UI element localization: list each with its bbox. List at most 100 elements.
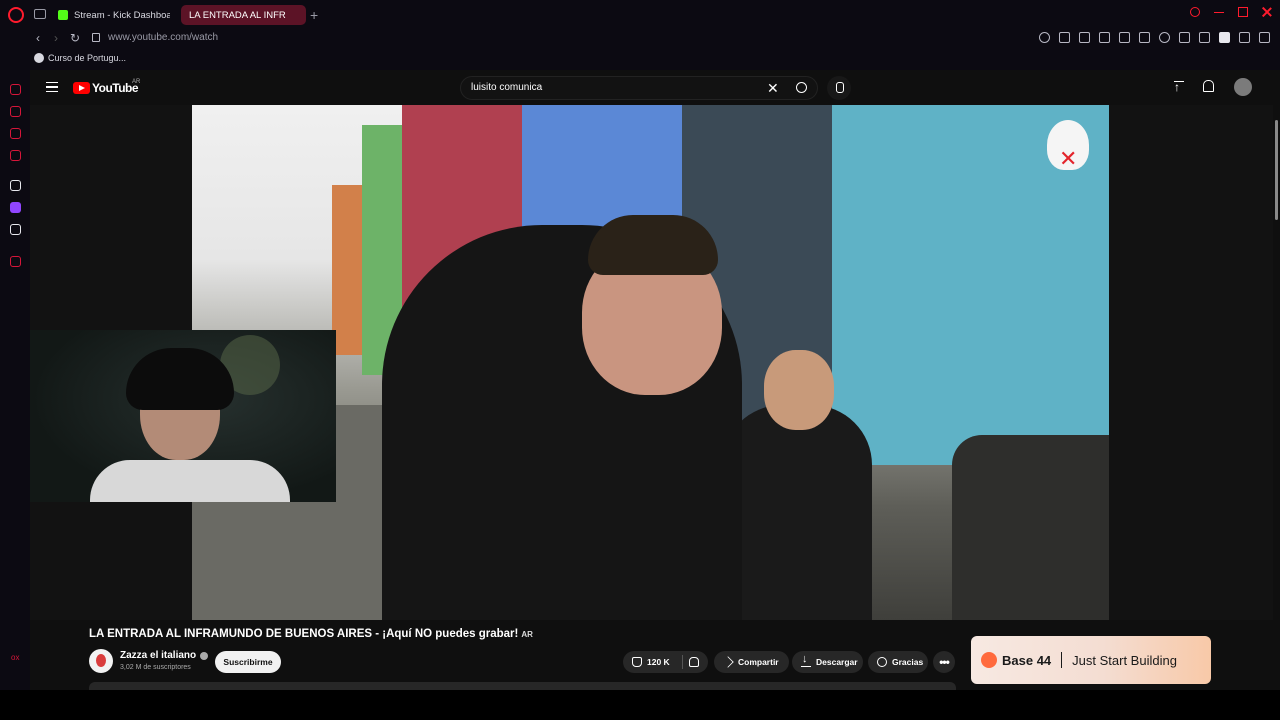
tab-youtube-video[interactable]: LA ENTRADA AL INFR xyxy=(181,5,306,85)
youtube-header: YouTube AR luisito comunica ✕ xyxy=(30,70,1280,105)
download-button[interactable]: Descargar xyxy=(792,651,863,673)
video-person-face xyxy=(764,350,834,430)
like-divider xyxy=(682,655,683,669)
youtube-logo-icon xyxy=(73,82,90,94)
menu-icon[interactable] xyxy=(1259,32,1270,43)
video-title-badge: AR xyxy=(521,630,533,639)
twitch-icon[interactable] xyxy=(10,202,21,213)
messenger-icon[interactable] xyxy=(10,106,21,117)
player-icon[interactable] xyxy=(10,256,21,267)
profile-extension-icon[interactable] xyxy=(1219,32,1230,43)
like-dislike-group: 120 K xyxy=(623,651,708,673)
video-title: LA ENTRADA AL INFRAMUNDO DE BUENOS AIRES… xyxy=(89,628,533,640)
extension-audio-icon[interactable] xyxy=(1179,32,1190,43)
channel-avatar[interactable] xyxy=(89,649,113,673)
kick-icon xyxy=(58,10,68,20)
video-title-text: LA ENTRADA AL INFRAMUNDO DE BUENOS AIRES… xyxy=(89,628,519,640)
youtube-logo[interactable]: YouTube xyxy=(73,81,139,95)
webcam-person-shirt xyxy=(90,460,290,502)
subscriber-count: 3,02 M de suscriptores xyxy=(120,664,191,671)
download-arrow-icon xyxy=(801,653,811,667)
shield-icon[interactable] xyxy=(1099,32,1110,43)
like-count[interactable]: 120 K xyxy=(647,657,670,667)
back-icon[interactable]: ‹ xyxy=(36,31,40,45)
video-host-hair xyxy=(588,215,718,275)
gx-label[interactable]: ox xyxy=(11,653,19,662)
forward-icon[interactable]: › xyxy=(54,31,58,45)
extensions-icon[interactable] xyxy=(1199,32,1210,43)
chat-icon[interactable] xyxy=(10,128,21,139)
close-icon[interactable] xyxy=(1262,7,1272,17)
video-motorbike xyxy=(952,435,1109,620)
clear-search-icon[interactable]: ✕ xyxy=(767,80,779,97)
tab-title: Stream - Kick Dashboard xyxy=(74,9,170,21)
scrollbar-thumb[interactable] xyxy=(1275,120,1278,220)
ad-logo-icon xyxy=(981,652,997,668)
video-person xyxy=(722,405,872,620)
lock-icon[interactable] xyxy=(92,33,100,42)
share-icon xyxy=(722,656,734,668)
channel-watermark-icon xyxy=(1047,120,1089,172)
bookmarks-bar: Curso de Portugu... xyxy=(0,50,1280,70)
minimize-icon[interactable] xyxy=(1214,7,1224,13)
youtube-page: YouTube AR luisito comunica ✕ ↑ ✕ LA ENT… xyxy=(30,70,1280,690)
account-avatar[interactable] xyxy=(1234,78,1252,96)
like-icon[interactable] xyxy=(632,657,642,667)
address-bar-tools xyxy=(1039,32,1270,43)
tab-title: LA ENTRADA AL INFR xyxy=(189,9,286,21)
ad-divider xyxy=(1061,652,1063,668)
description-box[interactable] xyxy=(89,682,956,690)
opera-logo-icon[interactable] xyxy=(8,7,24,23)
ai-icon[interactable] xyxy=(10,84,21,95)
country-code: AR xyxy=(132,79,141,85)
thanks-label: Gracias xyxy=(892,657,924,667)
reload-icon[interactable]: ↻ xyxy=(70,31,80,45)
search-icon[interactable] xyxy=(796,82,807,93)
webcam-person-hair xyxy=(126,348,234,410)
aria-icon[interactable] xyxy=(10,180,21,191)
webcam-overlay xyxy=(30,330,336,502)
bookmark-icon[interactable] xyxy=(1059,32,1070,43)
ad-banner[interactable]: Base 44 Just Start Building xyxy=(971,636,1211,684)
bookmark-item[interactable]: Curso de Portugu... xyxy=(34,53,126,63)
ad-brand: Base 44 xyxy=(1002,652,1052,668)
thanks-button[interactable]: Gracias xyxy=(868,651,928,673)
notifications-bell-icon[interactable] xyxy=(1203,80,1214,92)
more-actions-button[interactable]: ••• xyxy=(933,651,955,673)
zoom-icon[interactable] xyxy=(1039,32,1050,43)
heart-icon[interactable] xyxy=(1159,32,1170,43)
channel-name[interactable]: Zazza el italiano xyxy=(120,650,209,661)
hamburger-menu-icon[interactable] xyxy=(46,82,58,92)
x-icon[interactable] xyxy=(10,224,21,235)
search-box[interactable]: luisito comunica ✕ xyxy=(460,76,818,100)
microphone-icon[interactable] xyxy=(827,76,851,100)
dislike-icon[interactable] xyxy=(689,657,699,667)
maximize-icon[interactable] xyxy=(1238,7,1248,17)
bookmark-label: Curso de Portugu... xyxy=(48,53,127,63)
tab-search-icon[interactable] xyxy=(1190,7,1200,17)
upload-icon[interactable] xyxy=(1174,80,1184,94)
tab-islands-icon[interactable] xyxy=(34,9,46,19)
url-field[interactable]: www.youtube.com/watch xyxy=(108,32,218,43)
browser-sidebar: ox xyxy=(0,70,30,690)
share-button[interactable]: Compartir xyxy=(714,651,789,673)
subscribe-button[interactable]: Suscribirme xyxy=(215,651,281,673)
channel-name-text: Zazza el italiano xyxy=(120,650,197,661)
tab-kick-dashboard[interactable]: Stream - Kick Dashboard xyxy=(50,5,178,25)
snapshot-icon[interactable] xyxy=(1079,32,1090,43)
bottom-bar xyxy=(0,690,1280,720)
music-icon[interactable] xyxy=(10,150,21,161)
download-icon[interactable] xyxy=(1239,32,1250,43)
share-label: Compartir xyxy=(738,657,779,667)
window-controls xyxy=(1190,7,1272,17)
play-icon[interactable] xyxy=(1139,32,1150,43)
pencil-icon[interactable] xyxy=(1119,32,1130,43)
address-bar-row: ‹ › ↻ www.youtube.com/watch xyxy=(0,30,1280,50)
new-tab-button[interactable]: + xyxy=(310,7,318,23)
page-scrollbar[interactable] xyxy=(1273,70,1280,690)
search-input[interactable]: luisito comunica xyxy=(471,82,542,93)
thanks-icon xyxy=(877,657,887,667)
browser-tab-strip: Stream - Kick Dashboard LA ENTRADA AL IN… xyxy=(0,0,1280,85)
bookmark-favicon-icon xyxy=(34,53,44,63)
verified-check-icon xyxy=(200,651,209,660)
